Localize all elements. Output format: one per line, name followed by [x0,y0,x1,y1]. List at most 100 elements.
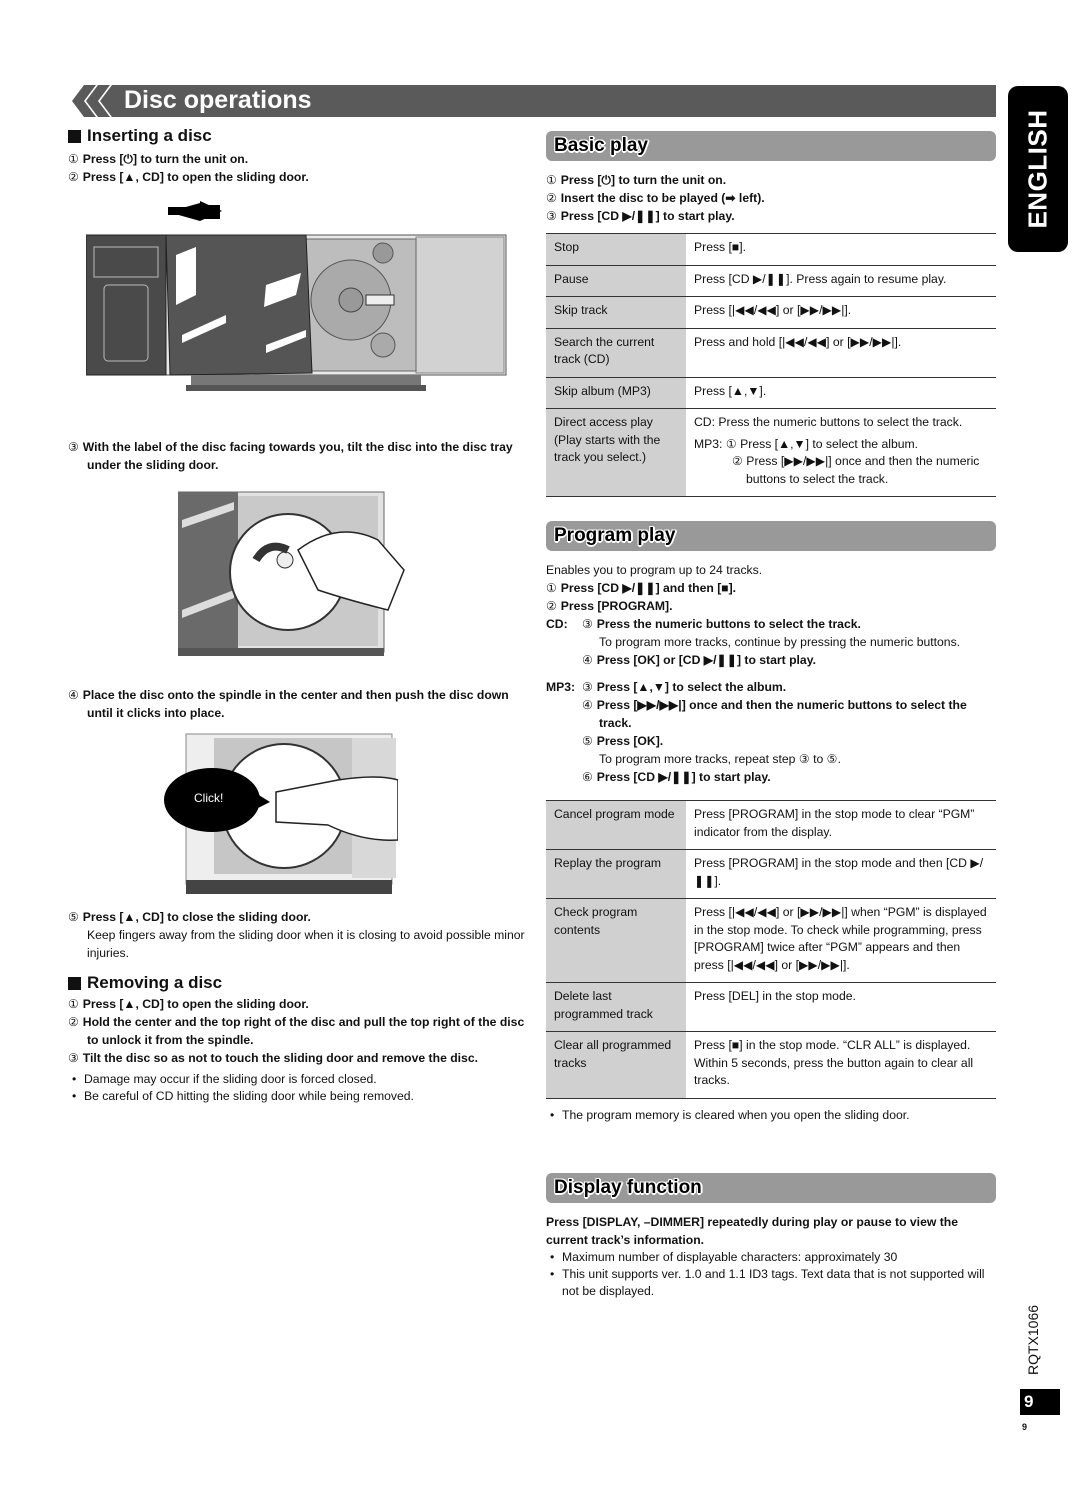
step-number: ① [546,173,557,187]
page-number-badge: 9 [1020,1389,1060,1415]
program-play-section: Program play Enables you to program up t… [546,521,996,1124]
step-number: ② [68,170,79,184]
step-text: Press [⏻] to turn the unit on. [560,173,727,187]
step-text: Press [OK]. [596,734,664,748]
table-row: Clear all programmed tracks Press [■] in … [546,1031,996,1099]
chevrons-icon [70,85,120,117]
display-function-section: Display function Press [DISPLAY, –DIMMER… [546,1173,996,1300]
table-row: Delete last programmed track Press [DEL] … [546,982,996,1032]
step-text: Insert the disc to be played (➡ left). [560,191,765,205]
row-value: Press [DEL] in the stop mode. [686,982,996,1032]
language-label: ENGLISH [1022,109,1053,229]
table-row: Cancel program mode Press [PROGRAM] in th… [546,800,996,850]
inserting-heading-text: Inserting a disc [87,126,212,145]
table-row: Search the current track (CD) Press and h… [546,328,996,378]
table-row: Check program contents Press [|◀◀/◀◀] or … [546,898,996,983]
step-text: Hold the center and the top right of the… [82,1015,525,1047]
step-number: ⑤ [582,734,593,748]
table-row: Direct access play (Play starts with the… [546,408,996,497]
step-text: Press [▲, CD] to close the sliding door. [82,910,311,924]
step-number: ④ [582,698,593,712]
remove-step-2: ② Hold the center and the top right of th… [68,1013,528,1049]
page-title: Disc operations [124,86,312,114]
click-label: Click! [194,791,224,805]
removing-bullets: Damage may occur if the sliding door is … [68,1071,528,1105]
step-number: ③ [582,617,593,631]
cd-label: CD: [546,617,568,631]
step-text: Press [PROGRAM]. [560,599,673,613]
mp3-label: MP3: [546,680,576,694]
doc-code: RQTX1066 [1018,1300,1048,1380]
row-key: Clear all programmed tracks [546,1031,686,1099]
step-number: ② [546,191,557,205]
row-key: Check program contents [546,898,686,983]
row-key: Delete last programmed track [546,982,686,1032]
square-bullet-icon [68,129,81,143]
row-value: Press [|◀◀/◀◀] or [▶▶/▶▶|]. [686,296,996,329]
remove-step-1: ① Press [▲, CD] to open the sliding door. [68,995,528,1013]
doc-code-text: RQTX1066 [1025,1304,1041,1376]
step-text: With the label of the disc facing toward… [82,440,513,472]
removing-section: Removing a disc ① Press [▲, CD] to open t… [68,973,528,1105]
step-number: ④ [68,688,79,702]
direct-access-mp3-2: ② Press [▶▶/▶▶|] once and then the numer… [732,454,980,486]
row-value: Press [PROGRAM] in the stop mode to clea… [686,800,996,850]
step-number: ③ [68,1051,79,1065]
row-value: Press [CD ▶/❚❚]. Press again to resume p… [686,265,996,297]
step-text: Press [▲, CD] to open the sliding door. [82,997,309,1011]
step-number: ② [68,1015,79,1029]
row-value: CD: Press the numeric buttons to select … [686,408,996,497]
bullet-item: Be careful of CD hitting the sliding doo… [68,1088,528,1105]
step-number: ① [68,152,79,166]
display-bullets: Maximum number of displayable characters… [546,1249,996,1300]
basic-play-table: Stop Press [■]. Pause Press [CD ▶/❚❚]. Pre… [546,233,996,497]
display-function-header: Display function [546,1173,996,1203]
program-intro: Enables you to program up to 24 tracks. [546,563,763,577]
tilt-disc-illustration [178,491,405,656]
step-text: Press [▲,▼] to select the album. [596,680,787,694]
program-play-title: Program play [554,525,676,546]
program-cd-block: CD: ③ Press the numeric buttons to select… [546,615,996,669]
click-disc-illustration: Click! [158,730,398,902]
program-play-table: Cancel program mode Press [PROGRAM] in th… [546,800,996,1099]
basic-play-section: Basic play ① Press [⏻] to turn the unit o… [546,131,996,497]
row-key: Stop [546,233,686,266]
bullet-item: Damage may occur if the sliding door is … [68,1071,528,1088]
step-text: Press [▶▶/▶▶|] once and then the numeric… [596,698,967,730]
removing-heading-text: Removing a disc [87,973,223,992]
step-text: Press [CD ▶/❚❚] to start play. [560,209,735,223]
step-number: ③ [582,680,593,694]
program-play-header: Program play [546,521,996,551]
row-key: Skip track [546,296,686,329]
step-number: ② [546,599,557,613]
insert-step-3: ③ With the label of the disc facing towar… [68,438,528,474]
program-step-1: ① Press [CD ▶/❚❚] and then [■]. [546,579,996,597]
unit-open-door-illustration [86,201,507,391]
row-value: Press [PROGRAM] in the stop mode and the… [686,849,996,899]
basic-step-2: ② Insert the disc to be played (➡ left). [546,189,996,207]
remove-step-3: ③ Tilt the disc so as not to touch the sl… [68,1049,528,1067]
table-row: Skip track Press [|◀◀/◀◀] or [▶▶/▶▶|]. [546,296,996,329]
step-number: ⑤ [68,910,79,924]
mp3-note: To program more tracks, repeat step ③ to… [599,752,841,766]
step-number: ③ [546,209,557,223]
row-key: Cancel program mode [546,800,686,850]
removing-heading: Removing a disc [68,973,528,993]
display-instruction: Press [DISPLAY, –DIMMER] repeatedly duri… [546,1215,958,1247]
inserting-section: Inserting a disc ① Press [⏻] to turn the … [68,126,528,186]
direct-access-mp3-1: MP3: ① Press [▲,▼] to select the album. [694,436,919,451]
step-text: Place the disc onto the spindle in the c… [82,688,509,720]
step-text: Press [▲, CD] to open the sliding door. [82,170,309,184]
insert-step-1: ① Press [⏻] to turn the unit on. [68,150,528,168]
bullet-item: Maximum number of displayable characters… [546,1249,996,1266]
language-tab: ENGLISH [1008,86,1068,252]
row-value: Press [|◀◀/◀◀] or [▶▶/▶▶|] when “PGM” is… [686,898,996,983]
step-number: ① [546,581,557,595]
table-row: Replay the program Press [PROGRAM] in the… [546,849,996,899]
row-value: Press [■] in the stop mode. “CLR ALL” is… [686,1031,996,1099]
page-number-small: 9 [1022,1422,1028,1432]
row-key: Pause [546,265,686,297]
step-text: Press [OK] or [CD ▶/❚❚] to start play. [596,653,816,667]
direct-access-cd: CD: Press the numeric buttons to select … [694,415,963,429]
step-text: Press [⏻] to turn the unit on. [82,152,249,166]
